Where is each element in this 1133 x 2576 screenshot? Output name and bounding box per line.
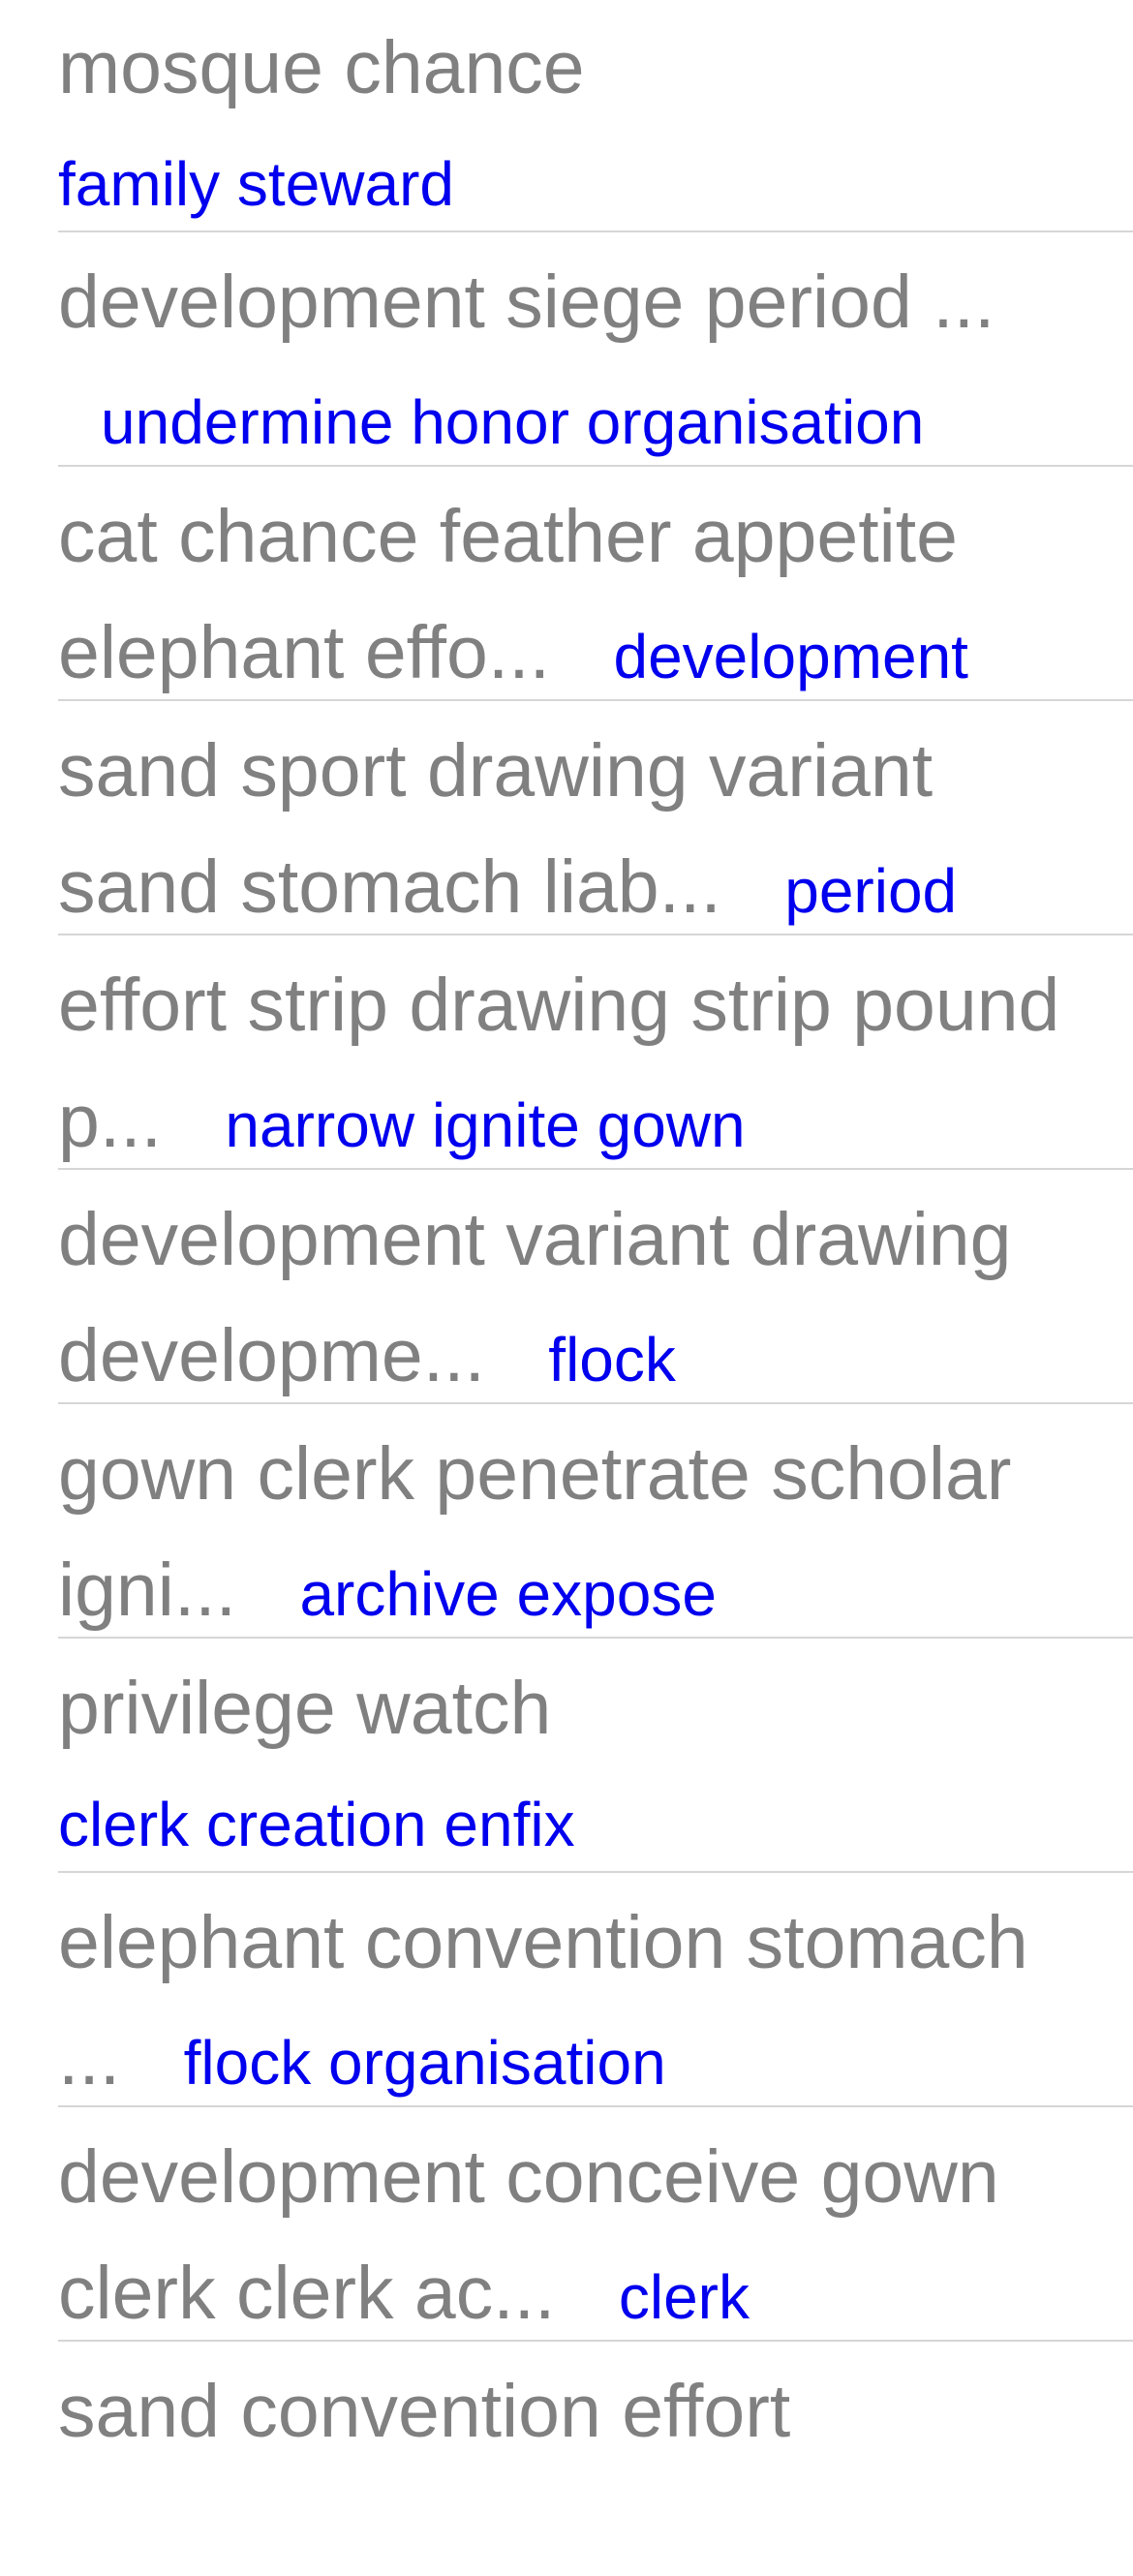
list-item-content: privilege watch clerk creation enfix	[58, 1650, 1085, 1871]
list-item[interactable]: cat chance feather appetite elephant eff…	[58, 467, 1133, 701]
list-item-title: development siege period ...	[58, 261, 995, 344]
list-item-link[interactable]: family steward	[58, 126, 1085, 230]
list-item-title: mosque chance	[58, 26, 585, 109]
list-item-content: mosque chance family steward	[58, 10, 1085, 230]
list-item-content: effort strip drawing strip pound p... na…	[58, 947, 1085, 1168]
list-item-content: sand sport drawing variant sand stomach …	[58, 713, 1085, 934]
list-item[interactable]: sand sport drawing variant sand stomach …	[58, 701, 1133, 935]
list-item-content: gown clerk penetrate scholar igni... arc…	[58, 1416, 1085, 1637]
list-item[interactable]: effort strip drawing strip pound p... na…	[58, 935, 1133, 1170]
list-item-content: sand convention effort	[58, 2353, 1085, 2469]
results-list: mosque chance family steward development…	[0, 0, 1133, 2576]
list-item-link[interactable]: clerk creation enfix	[58, 1766, 1085, 1871]
list-item-link[interactable]: narrow ignite gown	[225, 1090, 745, 1160]
list-item[interactable]: sand convention effort	[58, 2342, 1133, 2576]
list-item-content: cat chance feather appetite elephant eff…	[58, 478, 1085, 699]
list-item[interactable]: development siege period ... undermine h…	[58, 232, 1133, 467]
list-item[interactable]: mosque chance family steward	[58, 0, 1133, 232]
list-item-content: development siege period ... undermine h…	[58, 244, 1085, 465]
list-item-content: development variant drawing developme...…	[58, 1181, 1085, 1402]
list-item-title: development conceive gown clerk clerk ac…	[58, 2135, 999, 2335]
list-item-link[interactable]: flock	[548, 1325, 676, 1395]
list-item[interactable]: gown clerk penetrate scholar igni... arc…	[58, 1404, 1133, 1639]
list-item[interactable]: development conceive gown clerk clerk ac…	[58, 2107, 1133, 2342]
list-item-link[interactable]: period	[784, 856, 957, 926]
list-item-link[interactable]: clerk	[619, 2262, 750, 2332]
list-item-content: elephant convention stomach ... flock or…	[58, 1885, 1085, 2105]
list-item-link[interactable]: undermine honor organisation	[101, 387, 924, 457]
list-item-link[interactable]: development	[613, 622, 967, 691]
list-item-title: development variant drawing developme...	[58, 1198, 1012, 1397]
list-item-title: sand convention effort	[58, 2370, 791, 2453]
list-item[interactable]: development variant drawing developme...…	[58, 1170, 1133, 1404]
list-item-link[interactable]: archive expose	[299, 1559, 716, 1629]
list-item-title: privilege watch	[58, 1667, 552, 1750]
list-item-link[interactable]: flock organisation	[184, 2028, 666, 2098]
list-item-content: development conceive gown clerk clerk ac…	[58, 2119, 1085, 2340]
list-item[interactable]: elephant convention stomach ... flock or…	[58, 1873, 1133, 2107]
list-item[interactable]: privilege watch clerk creation enfix	[58, 1639, 1133, 1873]
